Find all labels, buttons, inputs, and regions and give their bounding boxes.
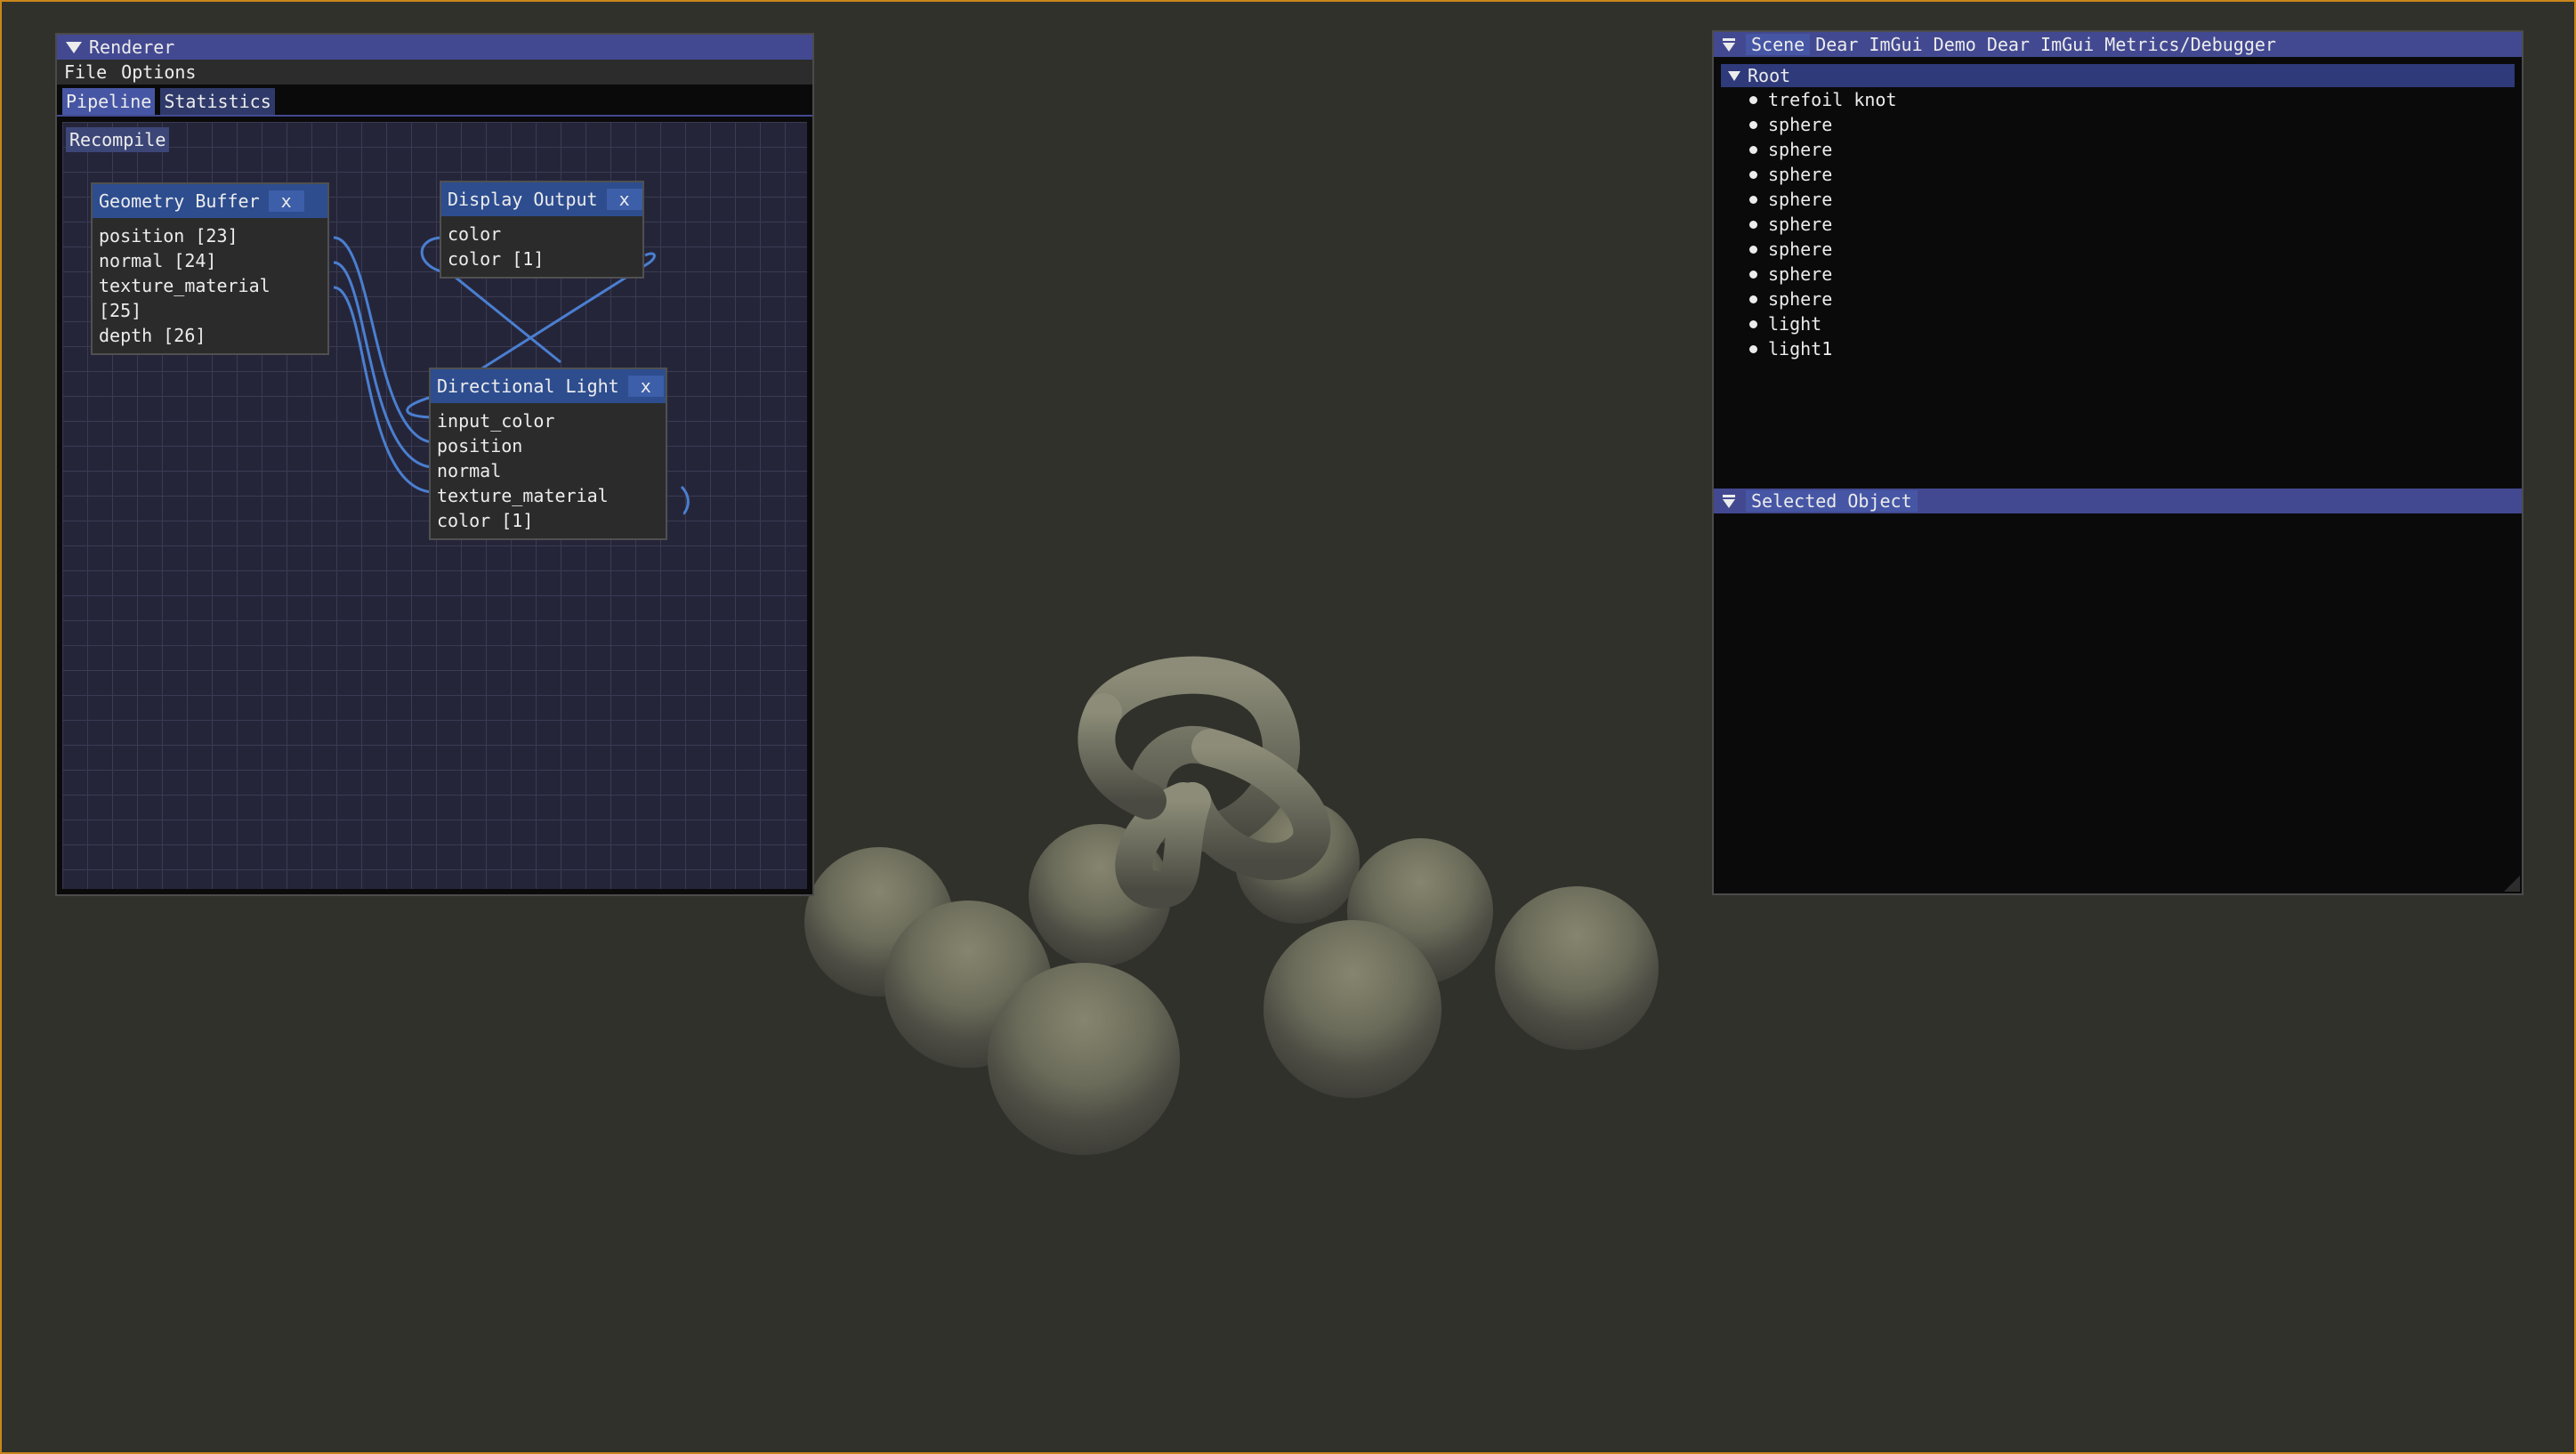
sphere-5[interactable]: [1495, 886, 1659, 1050]
bullet-icon: [1749, 195, 1757, 204]
node-display-output-title: Display Output: [448, 189, 598, 210]
pin-depth[interactable]: depth [26]: [99, 323, 321, 348]
bullet-icon: [1749, 170, 1757, 179]
renderer-title: Renderer: [89, 36, 175, 58]
tree-item-label: sphere: [1768, 139, 1833, 160]
pin-light-position[interactable]: position: [437, 433, 659, 458]
tree-item-label: sphere: [1768, 114, 1833, 135]
node-geometry-buffer-title: Geometry Buffer: [99, 190, 260, 212]
bullet-icon: [1749, 145, 1757, 154]
tree-item[interactable]: trefoil knot: [1749, 87, 2515, 112]
node-directional-light[interactable]: Directional Light x input_color position…: [429, 368, 667, 540]
window-menu-icon[interactable]: [1723, 495, 1735, 508]
tab-pipeline[interactable]: Pipeline: [62, 88, 156, 115]
scene-tree: Root trefoil knot sphere sphere sphere s…: [1721, 64, 2515, 361]
tree-root-label: Root: [1748, 65, 1791, 86]
tree-item[interactable]: sphere: [1749, 162, 2515, 187]
collapse-icon[interactable]: [1728, 70, 1740, 81]
pin-light-normal[interactable]: normal: [437, 458, 659, 483]
renderer-titlebar[interactable]: Renderer: [57, 35, 812, 60]
bullet-icon: [1749, 270, 1757, 279]
tree-children: trefoil knot sphere sphere sphere sphere…: [1721, 87, 2515, 361]
pin-light-texture-material[interactable]: texture_material: [437, 483, 659, 508]
bullet-icon: [1749, 245, 1757, 254]
node-directional-light-close-button[interactable]: x: [627, 376, 664, 397]
tree-item[interactable]: sphere: [1749, 187, 2515, 212]
pin-texture-material[interactable]: texture_material [25]: [99, 273, 321, 323]
bullet-icon: [1749, 295, 1757, 303]
node-geometry-buffer-close-button[interactable]: x: [268, 190, 304, 212]
tree-item[interactable]: sphere: [1749, 137, 2515, 162]
menu-options[interactable]: Options: [114, 61, 203, 83]
selected-object-header[interactable]: Selected Object: [1714, 489, 2522, 513]
selected-object-title: Selected Object: [1746, 490, 1918, 512]
renderer-window[interactable]: Renderer File Options Pipeline Statistic…: [55, 33, 814, 896]
bullet-icon: [1749, 319, 1757, 328]
tab-scene[interactable]: Scene: [1746, 34, 1811, 55]
pin-normal[interactable]: normal [24]: [99, 248, 321, 273]
pin-color-1[interactable]: color [1]: [448, 246, 636, 271]
tree-item[interactable]: sphere: [1749, 212, 2515, 237]
tree-item-label: sphere: [1768, 164, 1833, 185]
collapse-icon[interactable]: [66, 41, 82, 53]
tree-item-label: trefoil knot: [1768, 89, 1897, 110]
bullet-icon: [1749, 120, 1757, 129]
tree-item-label: sphere: [1768, 214, 1833, 235]
tab-imgui-metrics[interactable]: Dear ImGui Metrics/Debugger: [1982, 34, 2281, 55]
renderer-menubar: File Options: [57, 60, 812, 85]
pin-color[interactable]: color: [448, 222, 636, 246]
node-display-output[interactable]: Display Output x color color [1]: [440, 181, 644, 279]
scene-tabbar: Scene Dear ImGui Demo Dear ImGui Metrics…: [1714, 32, 2522, 57]
wire-light-output-loop: [680, 485, 690, 515]
scene-window[interactable]: Scene Dear ImGui Demo Dear ImGui Metrics…: [1712, 30, 2524, 895]
menu-file[interactable]: File: [57, 61, 114, 83]
bullet-icon: [1749, 344, 1757, 353]
bullet-icon: [1749, 95, 1757, 104]
tree-item[interactable]: light: [1749, 311, 2515, 336]
tree-item-label: sphere: [1768, 263, 1833, 285]
tree-item-label: sphere: [1768, 238, 1833, 260]
tree-item-label: light: [1768, 313, 1822, 335]
sphere-8[interactable]: [988, 963, 1180, 1155]
trefoil-knot[interactable]: [1078, 656, 1331, 909]
tab-statistics[interactable]: Statistics: [160, 88, 275, 115]
node-directional-light-title: Directional Light: [437, 376, 619, 397]
wire-texture-material: [333, 286, 435, 494]
tree-item[interactable]: sphere: [1749, 262, 2515, 287]
pin-position[interactable]: position [23]: [99, 223, 321, 248]
pin-light-color-1[interactable]: color [1]: [437, 508, 659, 533]
node-geometry-buffer[interactable]: Geometry Buffer x position [23] normal […: [91, 182, 329, 355]
pin-input-color[interactable]: input_color: [437, 408, 659, 433]
tree-item[interactable]: sphere: [1749, 112, 2515, 137]
tree-item[interactable]: light1: [1749, 336, 2515, 361]
window-menu-icon[interactable]: [1723, 38, 1735, 52]
tree-item[interactable]: sphere: [1749, 287, 2515, 311]
tree-item[interactable]: sphere: [1749, 237, 2515, 262]
tree-item-label: light1: [1768, 338, 1833, 359]
node-display-output-close-button[interactable]: x: [606, 189, 642, 210]
bullet-icon: [1749, 220, 1757, 229]
sphere-7[interactable]: [1264, 920, 1441, 1098]
resize-grip-icon[interactable]: [2504, 876, 2520, 892]
tree-item-label: sphere: [1768, 288, 1833, 310]
node-editor-canvas[interactable]: Recompile Geometry Buffer x position [23…: [62, 122, 807, 889]
renderer-tabbar: Pipeline Statistics: [57, 88, 812, 117]
tree-root[interactable]: Root: [1721, 64, 2515, 87]
tab-imgui-demo[interactable]: Dear ImGui Demo: [1810, 34, 1982, 55]
tree-item-label: sphere: [1768, 189, 1833, 210]
